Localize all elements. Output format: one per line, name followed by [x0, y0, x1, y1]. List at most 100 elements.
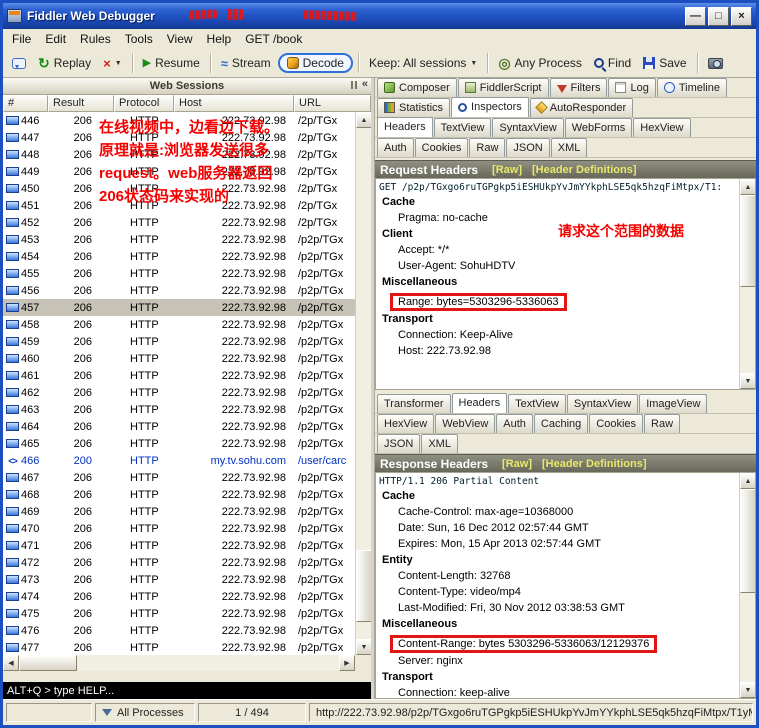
- tab-xml[interactable]: XML: [421, 434, 458, 453]
- session-row[interactable]: 459206HTTP222.73.92.98/p2p/TGx: [3, 333, 355, 350]
- session-row[interactable]: 469206HTTP222.73.92.98/p2p/TGx: [3, 503, 355, 520]
- session-row[interactable]: 460206HTTP222.73.92.98/p2p/TGx: [3, 350, 355, 367]
- scroll-right-button[interactable]: ▶: [339, 655, 355, 671]
- session-row[interactable]: <>466200HTTPmy.tv.sohu.com/user/carc: [3, 452, 355, 469]
- session-row[interactable]: 471206HTTP222.73.92.98/p2p/TGx: [3, 537, 355, 554]
- keep-sessions-dropdown[interactable]: Keep: All sessions ▼: [364, 53, 482, 73]
- tab-webforms[interactable]: WebForms: [565, 118, 633, 137]
- scroll-down-button[interactable]: ▼: [356, 639, 372, 655]
- session-row[interactable]: 470206HTTP222.73.92.98/p2p/TGx: [3, 520, 355, 537]
- tab-fiddlerscript[interactable]: FiddlerScript: [458, 78, 549, 97]
- menu-item-file[interactable]: File: [5, 30, 38, 48]
- response-scrollbar[interactable]: ▲ ▼: [739, 473, 755, 698]
- scroll-thumb[interactable]: [740, 195, 756, 287]
- tab-syntaxview[interactable]: SyntaxView: [567, 394, 638, 413]
- session-row[interactable]: 468206HTTP222.73.92.98/p2p/TGx: [3, 486, 355, 503]
- menu-item-get-book[interactable]: GET /book: [238, 30, 309, 48]
- tab-imageview[interactable]: ImageView: [639, 394, 707, 413]
- tab-cookies[interactable]: Cookies: [589, 414, 643, 433]
- minimize-button[interactable]: —: [685, 7, 706, 26]
- sessions-vertical-scrollbar[interactable]: ▲ ▼: [355, 112, 371, 655]
- scroll-thumb[interactable]: [19, 655, 77, 671]
- any-process-button[interactable]: ◎ Any Process: [493, 53, 587, 73]
- session-row[interactable]: 451206HTTP222.73.92.98/2p/TGx: [3, 197, 355, 214]
- tab-autoresponder[interactable]: AutoResponder: [530, 98, 633, 117]
- session-row[interactable]: 473206HTTP222.73.92.98/p2p/TGx: [3, 571, 355, 588]
- session-row[interactable]: 446206HTTP222.73.92.98/2p/TGx: [3, 112, 355, 129]
- menu-item-edit[interactable]: Edit: [38, 30, 73, 48]
- scroll-thumb[interactable]: [740, 489, 756, 593]
- capturing-indicator[interactable]: [6, 703, 92, 722]
- tab-syntaxview[interactable]: SyntaxView: [492, 118, 563, 137]
- session-row[interactable]: 467206HTTP222.73.92.98/p2p/TGx: [3, 469, 355, 486]
- session-row[interactable]: 476206HTTP222.73.92.98/p2p/TGx: [3, 622, 355, 639]
- tab-auth[interactable]: Auth: [496, 414, 533, 433]
- tab-json[interactable]: JSON: [506, 138, 549, 157]
- tab-hexview[interactable]: HexView: [633, 118, 690, 137]
- scroll-up-button[interactable]: ▲: [740, 179, 756, 195]
- tab-textview[interactable]: TextView: [508, 394, 566, 413]
- tab-webview[interactable]: WebView: [435, 414, 495, 433]
- tab-filters[interactable]: Filters: [550, 78, 608, 97]
- scroll-up-button[interactable]: ▲: [356, 112, 372, 128]
- tab-composer[interactable]: Composer: [377, 78, 457, 97]
- menu-item-view[interactable]: View: [160, 30, 200, 48]
- column-header-host[interactable]: Host: [174, 95, 294, 112]
- maximize-button[interactable]: □: [708, 7, 729, 26]
- menu-item-tools[interactable]: Tools: [118, 30, 160, 48]
- find-button[interactable]: Find: [589, 53, 636, 73]
- tab-raw[interactable]: Raw: [644, 414, 680, 433]
- session-row[interactable]: 477206HTTP222.73.92.98/p2p/TGx: [3, 639, 355, 655]
- session-row[interactable]: 449206HTTP222.73.92.98/2p/TGx: [3, 163, 355, 180]
- tab-textview[interactable]: TextView: [434, 118, 492, 137]
- sessions-horizontal-scrollbar[interactable]: ◀ ▶: [3, 655, 355, 671]
- tab-caching[interactable]: Caching: [534, 414, 588, 433]
- session-row[interactable]: 453206HTTP222.73.92.98/p2p/TGx: [3, 231, 355, 248]
- session-row[interactable]: 456206HTTP222.73.92.98/p2p/TGx: [3, 282, 355, 299]
- session-row[interactable]: 462206HTTP222.73.92.98/p2p/TGx: [3, 384, 355, 401]
- raw-link[interactable]: [Raw]: [502, 458, 532, 470]
- tab-xml[interactable]: XML: [551, 138, 588, 157]
- session-row[interactable]: 448206HTTP222.73.92.98/2p/TGx: [3, 146, 355, 163]
- column-header-result[interactable]: Result: [48, 95, 114, 112]
- session-row[interactable]: 465206HTTP222.73.92.98/p2p/TGx: [3, 435, 355, 452]
- request-scrollbar[interactable]: ▲ ▼: [739, 179, 755, 389]
- session-row[interactable]: 475206HTTP222.73.92.98/p2p/TGx: [3, 605, 355, 622]
- replay-button[interactable]: ↻ Replay: [33, 53, 96, 73]
- session-row[interactable]: 461206HTTP222.73.92.98/p2p/TGx: [3, 367, 355, 384]
- scroll-left-button[interactable]: ◀: [3, 655, 19, 671]
- scroll-down-button[interactable]: ▼: [740, 373, 756, 389]
- session-row[interactable]: 472206HTTP222.73.92.98/p2p/TGx: [3, 554, 355, 571]
- stream-button[interactable]: ≈ Stream: [216, 53, 276, 73]
- tab-headers[interactable]: Headers: [377, 117, 433, 137]
- session-row[interactable]: 455206HTTP222.73.92.98/p2p/TGx: [3, 265, 355, 282]
- session-row[interactable]: 454206HTTP222.73.92.98/p2p/TGx: [3, 248, 355, 265]
- resume-button[interactable]: ▶ Resume: [138, 53, 205, 73]
- header-definitions-link[interactable]: [Header Definitions]: [532, 164, 637, 176]
- column-header-[interactable]: #: [3, 95, 48, 112]
- session-row[interactable]: 464206HTTP222.73.92.98/p2p/TGx: [3, 418, 355, 435]
- menu-item-rules[interactable]: Rules: [73, 30, 118, 48]
- decode-button[interactable]: Decode: [278, 53, 353, 73]
- tab-headers[interactable]: Headers: [452, 393, 508, 413]
- scroll-down-button[interactable]: ▼: [740, 682, 756, 698]
- session-row[interactable]: 452206HTTP222.73.92.98/2p/TGx: [3, 214, 355, 231]
- quickexec-box[interactable]: ALT+Q > type HELP...: [3, 682, 371, 699]
- session-row[interactable]: 450206HTTP222.73.92.98/2p/TGx: [3, 180, 355, 197]
- session-row[interactable]: 463206HTTP222.73.92.98/p2p/TGx: [3, 401, 355, 418]
- tab-raw[interactable]: Raw: [469, 138, 505, 157]
- raw-link[interactable]: [Raw]: [492, 164, 522, 176]
- tab-auth[interactable]: Auth: [377, 138, 414, 157]
- remove-sessions-button[interactable]: × ▼: [98, 54, 127, 73]
- collapse-panel-button[interactable]: «: [362, 79, 368, 90]
- tab-json[interactable]: JSON: [377, 434, 420, 453]
- save-button[interactable]: Save: [638, 53, 691, 73]
- tab-statistics[interactable]: Statistics: [377, 98, 450, 117]
- column-header-protocol[interactable]: Protocol: [114, 95, 174, 112]
- tab-timeline[interactable]: Timeline: [657, 78, 727, 97]
- menu-item-help[interactable]: Help: [200, 30, 239, 48]
- session-row[interactable]: 457206HTTP222.73.92.98/p2p/TGx: [3, 299, 355, 316]
- session-row[interactable]: 447206HTTP222.73.92.98/2p/TGx: [3, 129, 355, 146]
- tab-hexview[interactable]: HexView: [377, 414, 434, 433]
- scroll-up-button[interactable]: ▲: [740, 473, 756, 489]
